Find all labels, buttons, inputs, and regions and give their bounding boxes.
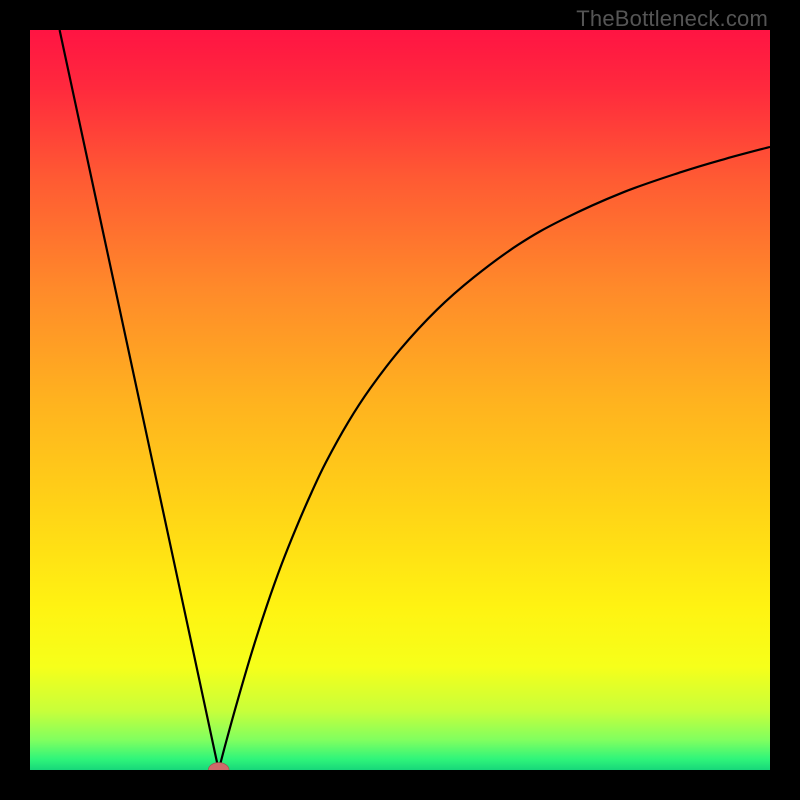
watermark-text: TheBottleneck.com [576,6,768,32]
plot-area [30,30,770,770]
gradient-background [30,30,770,770]
chart-frame: TheBottleneck.com [0,0,800,800]
bottleneck-chart [30,30,770,770]
